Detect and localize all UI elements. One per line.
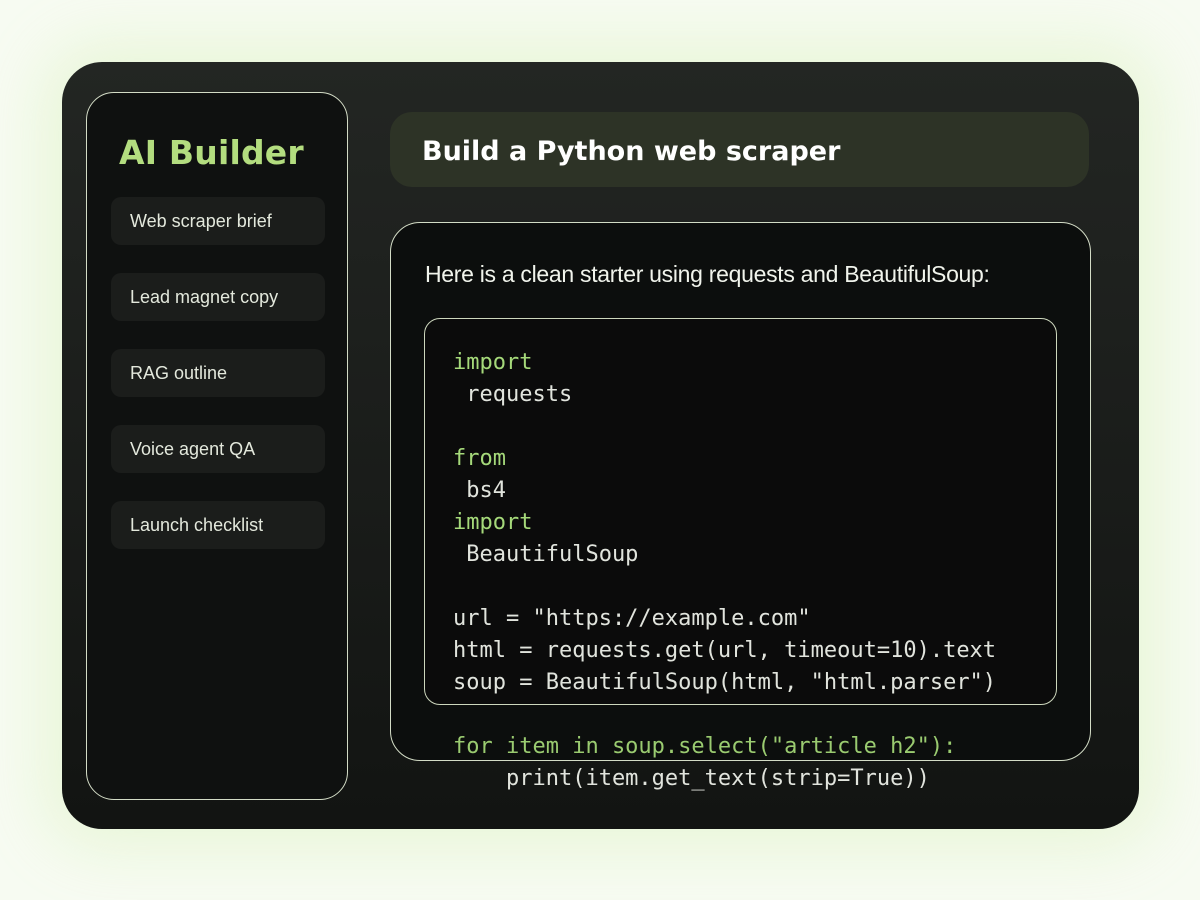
sidebar-item-voice-agent-qa[interactable]: Voice agent QA (111, 425, 325, 473)
code-line: bs4 (453, 478, 506, 503)
code-line: from (453, 446, 506, 471)
code-line: import (453, 510, 533, 535)
sidebar-item-launch-checklist[interactable]: Launch checklist (111, 501, 325, 549)
sidebar: AI Builder Web scraper brief Lead magnet… (86, 92, 348, 800)
sidebar-item-web-scraper-brief[interactable]: Web scraper brief (111, 197, 325, 245)
sidebar-item-lead-magnet-copy[interactable]: Lead magnet copy (111, 273, 325, 321)
code-line: url = "https://example.com" (453, 606, 811, 631)
code-content: import requests from bs4 import BeautifulS… (453, 347, 996, 795)
code-line: html = requests.get(url, timeout=10).tex… (453, 638, 997, 663)
code-line: requests (453, 382, 573, 407)
code-line: for item in soup.select("article h2"): (453, 734, 957, 759)
app-title: AI Builder (119, 133, 304, 172)
sidebar-item-rag-outline[interactable]: RAG outline (111, 349, 325, 397)
code-line: soup = BeautifulSoup(html, "html.parser"… (453, 670, 997, 695)
conversation-header: Build a Python web scraper (390, 112, 1089, 187)
message-intro-text: Here is a clean starter using requests a… (425, 261, 990, 287)
code-line: BeautifulSoup (453, 542, 639, 567)
code-line: print(item.get_text(strip=True)) (453, 766, 930, 791)
page-title: Build a Python web scraper (422, 136, 841, 167)
code-line: import (453, 350, 533, 375)
